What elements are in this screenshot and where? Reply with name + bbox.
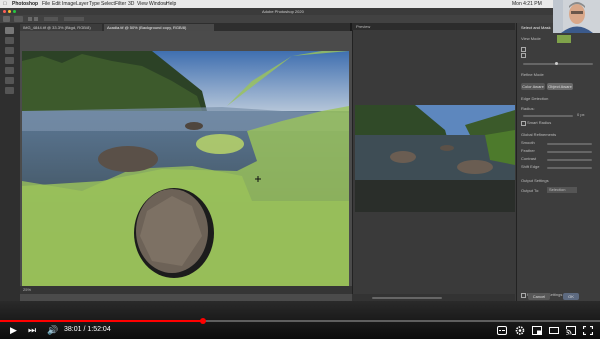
radius-label: Radius:	[521, 106, 535, 111]
zoom-window-button[interactable]	[13, 10, 16, 13]
document-canvas[interactable]	[22, 51, 349, 286]
menu-item-3d[interactable]: 3D	[128, 1, 134, 7]
remember-settings-checkbox[interactable]	[521, 293, 526, 298]
menu-status-clock: Mon 4:21 PM	[512, 1, 542, 7]
opacity-slider-handle[interactable]	[555, 62, 558, 65]
minimize-window-button[interactable]	[8, 10, 11, 13]
select-and-mask-properties-panel: Select and Mask View Mode Refine Mode Co…	[516, 23, 600, 301]
status-bar: 25%	[20, 286, 352, 294]
menu-item-type[interactable]: Type	[89, 1, 100, 7]
menu-item-image[interactable]: Image	[62, 1, 76, 7]
tab-document-2[interactable]: Acadia.tif @ 50% (Background copy, RGB/8…	[104, 24, 214, 31]
menu-item-window[interactable]: Window	[149, 1, 167, 7]
smart-radius-label: Smart Radius	[527, 120, 552, 125]
properties-title: Select and Mask	[521, 25, 551, 30]
tab-document-1[interactable]: IMG_4844.tif @ 33.3% (Bkgd, RGB/8)	[20, 24, 102, 31]
cast-icon[interactable]	[566, 326, 576, 335]
volume-icon[interactable]: 🔊	[47, 326, 58, 335]
menu-item-select[interactable]: Select	[101, 1, 115, 7]
refine-edge-brush-icon[interactable]	[5, 37, 14, 44]
cancel-button[interactable]: Cancel	[528, 293, 550, 300]
radius-value[interactable]: 0 px	[577, 113, 585, 117]
document-tabs: IMG_4844.tif @ 33.3% (Bkgd, RGB/8) Acadi…	[20, 23, 350, 31]
smooth-slider[interactable]	[547, 143, 592, 145]
object-aware-button[interactable]: Object Aware	[547, 83, 573, 90]
preview-zoom-slider[interactable]	[372, 297, 442, 299]
play-icon[interactable]: ▶	[10, 326, 17, 335]
output-settings-label: Output Settings	[521, 178, 549, 183]
contrast-label: Contrast	[521, 156, 537, 161]
show-original-checkbox[interactable]	[521, 53, 526, 58]
landscape-photo-with-mask	[22, 51, 349, 286]
progress-bar-played	[0, 320, 204, 322]
settings-gear-icon[interactable]	[515, 326, 525, 335]
brush-tool-icon[interactable]	[5, 47, 14, 54]
presenter-photo	[553, 0, 600, 33]
view-mode-label: View Mode	[521, 36, 541, 41]
contrast-slider[interactable]	[547, 159, 592, 161]
quick-selection-tool-icon[interactable]	[5, 27, 14, 34]
ok-button[interactable]: OK	[563, 293, 579, 300]
time-display: 38:01 / 1:52:04	[64, 326, 111, 333]
zoom-tool-icon[interactable]	[5, 87, 14, 94]
menu-item-help[interactable]: Help	[166, 1, 176, 7]
presenter-webcam	[553, 0, 600, 33]
rock-left	[98, 146, 158, 172]
edge-detection-label: Edge Detection	[521, 96, 549, 101]
brush-preset-icon[interactable]	[14, 16, 23, 22]
smart-radius-checkbox[interactable]	[521, 121, 526, 126]
add-mode-icon[interactable]	[28, 17, 32, 21]
smooth-label: Smooth	[521, 140, 535, 145]
window-title: Adobe Photoshop 2020	[262, 9, 304, 14]
feather-slider[interactable]	[547, 151, 592, 153]
menu-item-edit[interactable]: Edit	[52, 1, 61, 7]
fullscreen-icon[interactable]	[583, 326, 593, 335]
output-to-label: Output To:	[521, 188, 540, 193]
tools-panel	[0, 23, 20, 303]
close-window-button[interactable]	[3, 10, 6, 13]
output-to-select[interactable]: Selection	[547, 187, 577, 193]
refine-mode-label: Refine Mode	[521, 72, 544, 77]
menu-item-layer[interactable]: Layer	[76, 1, 89, 7]
preview-image	[355, 105, 515, 212]
subtitles-icon[interactable]	[497, 326, 507, 335]
shift-edge-label: Shift Edge	[521, 164, 540, 169]
shift-edge-slider[interactable]	[547, 167, 592, 169]
apple-icon[interactable]: 	[3, 1, 7, 7]
menu-item-app[interactable]: Photoshop	[12, 1, 38, 7]
mask-overlay-rock-middle	[196, 134, 244, 154]
brush-size-field[interactable]	[44, 17, 58, 21]
radius-slider[interactable]	[523, 115, 573, 117]
miniplayer-icon[interactable]	[532, 326, 542, 335]
preview-panel-header: Preview	[352, 23, 515, 30]
lasso-tool-icon[interactable]	[5, 67, 14, 74]
sample-all-layers-option[interactable]	[64, 17, 84, 21]
opacity-slider[interactable]	[523, 63, 593, 65]
menu-item-file[interactable]: File	[42, 1, 50, 7]
tool-options-bar	[0, 15, 600, 23]
view-mode-thumbnail[interactable]	[557, 35, 571, 43]
home-icon[interactable]	[3, 16, 10, 22]
color-aware-button[interactable]: Color Aware	[521, 83, 545, 90]
feather-label: Feather	[521, 148, 535, 153]
window-title-bar: Adobe Photoshop 2020	[0, 8, 600, 15]
subtract-mode-icon[interactable]	[34, 17, 38, 21]
next-icon[interactable]: ⏭	[28, 326, 36, 335]
show-edge-checkbox[interactable]	[521, 47, 526, 52]
theater-mode-icon[interactable]	[549, 326, 559, 335]
zoom-level[interactable]: 25%	[23, 288, 31, 292]
menu-item-view[interactable]: View	[137, 1, 148, 7]
hand-tool-icon[interactable]	[5, 77, 14, 84]
global-refinements-label: Global Refinements	[521, 132, 557, 137]
menu-item-filter[interactable]: Filter	[115, 1, 126, 7]
macos-menu-bar:  Photoshop File Edit Image Layer Type S…	[0, 0, 600, 8]
rock-distant	[185, 122, 203, 130]
preview-panel-title: Preview	[356, 24, 371, 29]
object-selection-tool-icon[interactable]	[5, 57, 14, 64]
